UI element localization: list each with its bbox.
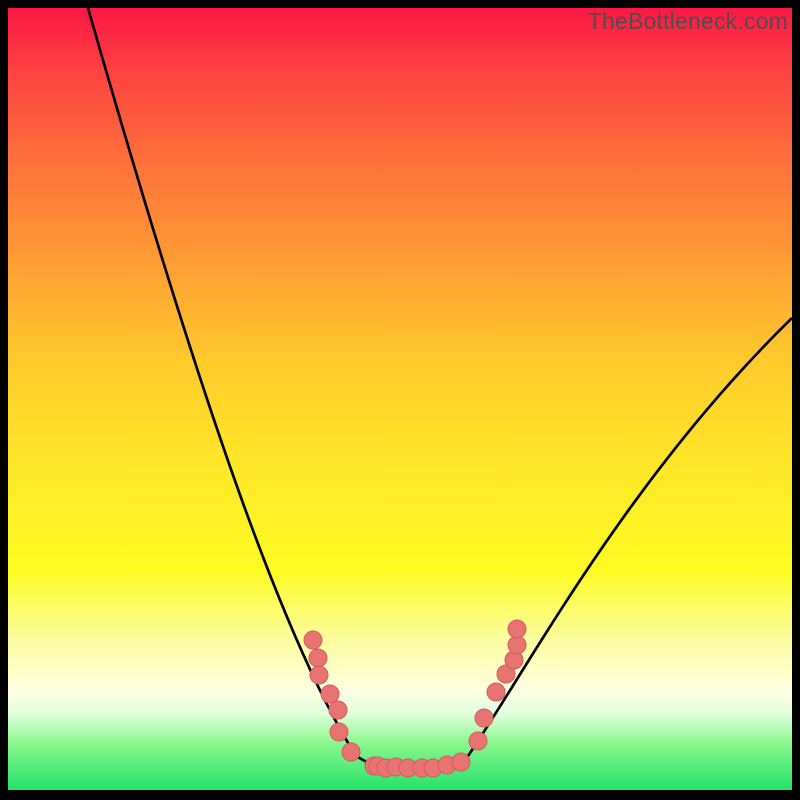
highlight-dot: [469, 732, 487, 750]
highlight-dot: [310, 666, 328, 684]
highlight-dot: [487, 683, 505, 701]
highlight-dot: [329, 701, 347, 719]
highlight-dot: [452, 753, 470, 771]
watermark-label: TheBottleneck.com: [588, 8, 788, 35]
highlight-dot: [342, 743, 360, 761]
highlight-dots: [304, 620, 526, 777]
highlight-dot: [309, 649, 327, 667]
highlight-dot: [508, 636, 526, 654]
highlight-dot: [508, 620, 526, 638]
highlight-dot: [330, 723, 348, 741]
chart-frame: TheBottleneck.com: [0, 0, 800, 800]
highlight-dot: [475, 709, 493, 727]
bottleneck-curve: [88, 8, 792, 772]
highlight-dot: [321, 685, 339, 703]
chart-svg: [8, 8, 792, 790]
highlight-dot: [304, 631, 322, 649]
